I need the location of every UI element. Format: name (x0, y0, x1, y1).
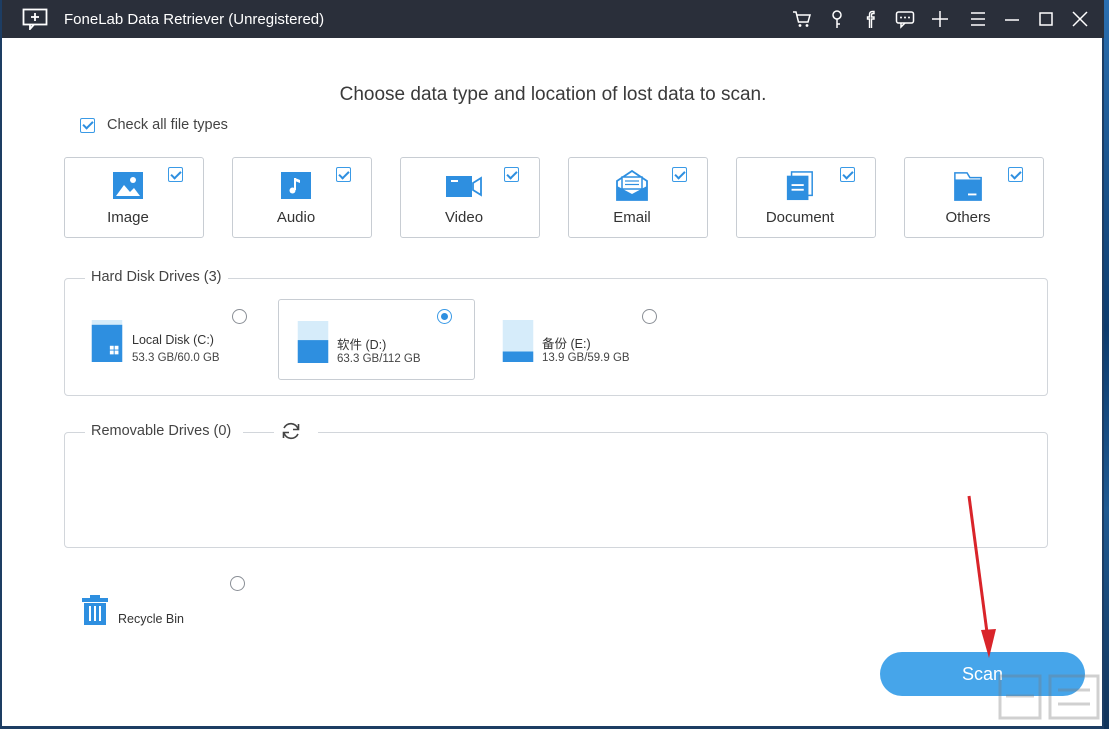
file-type-video[interactable]: Video (400, 157, 540, 238)
page-heading: Choose data type and location of lost da… (339, 84, 767, 105)
drive-d[interactable]: 软件 (D:) 63.3 GB/112 GB (278, 299, 475, 380)
file-type-email[interactable]: Email (568, 157, 708, 238)
removable-title: Removable Drives (0) (85, 423, 244, 439)
cart-icon[interactable] (792, 9, 812, 29)
drive-icon (297, 321, 329, 363)
drive-icon (502, 320, 534, 362)
menu-icon[interactable] (968, 9, 988, 29)
drive-size: 53.3 GB/60.0 GB (132, 352, 220, 364)
file-type-label: Document (765, 209, 835, 226)
refresh-icon[interactable] (280, 421, 302, 441)
folder-icon (954, 172, 982, 201)
file-type-image[interactable]: Image (64, 157, 204, 238)
image-checkbox[interactable] (168, 167, 183, 182)
video-icon (446, 176, 482, 197)
drive-name: 软件 (D:) (337, 338, 387, 352)
drive-size: 63.3 GB/112 GB (337, 353, 421, 365)
audio-checkbox[interactable] (336, 167, 351, 182)
window-title: FoneLab Data Retriever (Unregistered) (64, 11, 325, 28)
file-type-label: Image (107, 209, 149, 226)
hard-disk-title: Hard Disk Drives (3) (85, 269, 228, 285)
image-icon (113, 172, 143, 199)
check-all-file-types[interactable]: Check all file types (80, 117, 228, 133)
file-type-audio[interactable]: Audio (232, 157, 372, 238)
file-type-label: Video (444, 209, 484, 226)
maximize-icon[interactable] (1036, 9, 1056, 29)
recycle-bin-icon[interactable] (82, 595, 108, 625)
removable-section (64, 432, 1048, 548)
file-type-label: Email (613, 209, 651, 226)
file-type-label: Others (945, 209, 991, 226)
drive-e[interactable]: 备份 (E:) 13.9 GB/59.9 GB (488, 299, 685, 381)
drive-d-radio[interactable] (437, 309, 452, 324)
app-window: FoneLab Data Retriever (Unregistered) Ch… (0, 0, 1104, 729)
document-checkbox[interactable] (840, 167, 855, 182)
check-all-checkbox[interactable] (80, 117, 95, 133)
drive-name: 备份 (E:) (542, 337, 591, 351)
document-icon (786, 171, 813, 201)
recycle-bin-radio[interactable] (230, 576, 245, 591)
close-icon[interactable] (1070, 9, 1090, 29)
plus-icon[interactable] (930, 9, 950, 29)
audio-icon (281, 172, 311, 199)
scan-button[interactable]: Scan (880, 652, 1085, 696)
app-logo-icon (22, 8, 48, 30)
minimize-icon[interactable] (1002, 9, 1022, 29)
desktop-background (1104, 0, 1109, 729)
facebook-icon[interactable] (860, 9, 880, 29)
file-type-label: Audio (276, 209, 316, 226)
file-type-others[interactable]: Others (904, 157, 1044, 238)
video-checkbox[interactable] (504, 167, 519, 182)
title-bar: FoneLab Data Retriever (Unregistered) (2, 0, 1104, 38)
email-checkbox[interactable] (672, 167, 687, 182)
others-checkbox[interactable] (1008, 167, 1023, 182)
file-type-document[interactable]: Document (736, 157, 876, 238)
recycle-bin-label: Recycle Bin (118, 612, 184, 626)
windows-drive-icon (91, 320, 123, 362)
drive-c[interactable]: Local Disk (C:) 53.3 GB/60.0 GB (79, 299, 276, 381)
drive-size: 13.9 GB/59.9 GB (542, 352, 630, 364)
drive-e-radio[interactable] (642, 309, 657, 324)
email-icon (616, 169, 648, 201)
drive-name: Local Disk (C:) (132, 333, 214, 347)
key-icon[interactable] (827, 9, 847, 29)
check-all-label: Check all file types (107, 117, 228, 133)
chat-icon[interactable] (895, 9, 915, 29)
drive-c-radio[interactable] (232, 309, 247, 324)
